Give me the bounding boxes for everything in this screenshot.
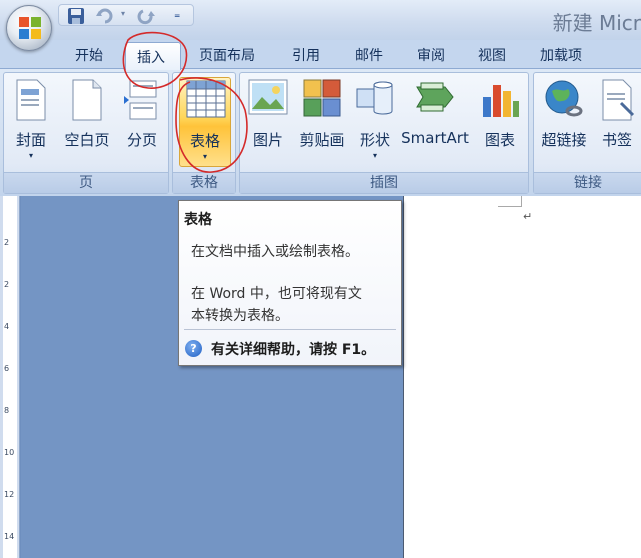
smartart-icon <box>416 82 454 112</box>
title-bar: ▾ ₌ 新建 Micr <box>0 0 641 40</box>
customize-qat-icon[interactable]: ₌ <box>174 7 180 21</box>
tab-view[interactable]: 视图 <box>478 45 506 65</box>
picture-button[interactable]: 图片 <box>244 77 292 167</box>
ruler-number: 10 <box>4 448 15 457</box>
shapes-label: 形状 <box>359 131 390 149</box>
group-tables: 表格 ▾ 表格 <box>172 72 236 194</box>
tab-review[interactable]: 审阅 <box>417 45 445 65</box>
bookmark-icon <box>602 79 635 121</box>
cover-page-icon <box>16 79 46 121</box>
blank-page-button[interactable]: 空白页 <box>60 77 114 167</box>
chart-button[interactable]: 图表 <box>476 77 524 167</box>
group-pages: 封面 ▾ 空白页 分页 页 <box>3 72 169 194</box>
table-icon <box>186 80 226 118</box>
vertical-ruler[interactable]: 2 2 4 6 8 10 12 14 <box>0 196 20 558</box>
group-illustrations-label: 插图 <box>240 172 528 193</box>
clip-art-icon <box>303 79 341 117</box>
ruler-number: 8 <box>4 406 10 415</box>
paragraph-mark: ↵ <box>523 210 533 223</box>
ruler-number: 6 <box>4 364 10 373</box>
blank-page-icon <box>72 79 102 121</box>
ruler-number: 2 <box>4 238 10 247</box>
picture-icon <box>248 79 288 115</box>
watermark: Baidu经验 <box>506 509 605 531</box>
table-button[interactable]: 表格 ▾ <box>179 77 231 167</box>
office-logo-icon <box>19 17 41 39</box>
hyperlink-label: 超链接 <box>541 131 587 149</box>
shapes-dropdown-icon: ▾ <box>372 151 377 160</box>
ribbon-tab-bar: 开始 页面布局 引用 邮件 审阅 视图 加载项 <box>0 40 641 68</box>
tooltip-help-text: 有关详细帮助，请按 F1。 <box>211 342 376 358</box>
group-links-label: 链接 <box>534 172 641 193</box>
quick-access-toolbar: ▾ ₌ <box>58 4 194 26</box>
tab-mailings[interactable]: 邮件 <box>355 45 383 65</box>
document-page[interactable] <box>403 196 641 558</box>
ruler-number: 4 <box>4 322 10 331</box>
group-tables-label: 表格 <box>173 172 235 193</box>
picture-label: 图片 <box>252 131 283 149</box>
tab-references[interactable]: 引用 <box>292 45 320 65</box>
smartart-label: SmartArt <box>401 129 469 147</box>
tooltip-line: 本转换为表格。 <box>191 308 289 324</box>
cover-page-label: 封面 <box>15 131 46 149</box>
shapes-icon <box>356 81 393 115</box>
clip-art-label: 剪贴画 <box>299 131 345 149</box>
tab-home[interactable]: 开始 <box>75 45 103 65</box>
undo-dropdown-icon[interactable]: ▾ <box>121 9 125 18</box>
undo-icon[interactable] <box>95 7 115 25</box>
redo-icon[interactable] <box>137 7 157 25</box>
tab-insert-label: 插入 <box>137 50 165 66</box>
ruler-number: 12 <box>4 490 15 499</box>
table-dropdown-icon: ▾ <box>202 152 207 161</box>
ribbon: 封面 ▾ 空白页 分页 页 表格 ▾ 表格 图片 剪贴画 形状 ▾ SmartA… <box>0 68 641 196</box>
margin-corner-mark <box>498 206 521 207</box>
bookmark-label: 书签 <box>601 131 632 149</box>
page-break-label: 分页 <box>126 131 157 149</box>
tooltip-line: 在 Word 中，也可将现有文 <box>191 286 362 302</box>
window-title: 新建 Micr <box>552 11 641 35</box>
blank-page-label: 空白页 <box>64 131 110 149</box>
bookmark-button[interactable]: 书签 <box>596 77 638 167</box>
cover-page-button[interactable]: 封面 ▾ <box>10 77 52 167</box>
watermark-url: jingyan.baidu.com <box>508 541 601 552</box>
ruler-number: 2 <box>4 280 10 289</box>
chart-label: 图表 <box>484 131 515 149</box>
tab-insert[interactable]: 插入 <box>125 42 181 70</box>
group-illustrations: 图片 剪贴画 形状 ▾ SmartArt 图表 插图 <box>239 72 529 194</box>
page-break-button[interactable]: 分页 <box>120 77 164 167</box>
margin-corner-mark <box>521 196 522 207</box>
table-label: 表格 <box>189 132 220 150</box>
group-pages-label: 页 <box>4 172 168 193</box>
group-links: 超链接 书签 链接 <box>533 72 641 194</box>
hyperlink-icon <box>545 80 583 117</box>
smartart-button[interactable]: SmartArt <box>400 77 470 167</box>
shapes-button[interactable]: 形状 ▾ <box>352 77 398 167</box>
ruler-text-area <box>3 196 17 558</box>
clip-art-button[interactable]: 剪贴画 <box>295 77 349 167</box>
tooltip-separator <box>184 329 396 330</box>
table-tooltip: 表格 在文档中插入或绘制表格。 在 Word 中，也可将现有文 本转换为表格。 … <box>178 200 402 366</box>
hyperlink-button[interactable]: 超链接 <box>536 77 592 167</box>
tab-page-layout[interactable]: 页面布局 <box>199 45 255 65</box>
cover-page-dropdown-icon: ▾ <box>28 151 33 160</box>
save-icon[interactable] <box>67 7 85 25</box>
tab-add-ins[interactable]: 加载项 <box>540 45 582 65</box>
office-button[interactable] <box>6 5 52 51</box>
help-icon: ? <box>185 340 202 357</box>
tooltip-line: 在文档中插入或绘制表格。 <box>191 244 359 260</box>
page-break-icon <box>124 80 157 120</box>
chart-icon <box>483 85 519 117</box>
ruler-number: 14 <box>4 532 15 541</box>
tooltip-title: 表格 <box>184 212 212 228</box>
